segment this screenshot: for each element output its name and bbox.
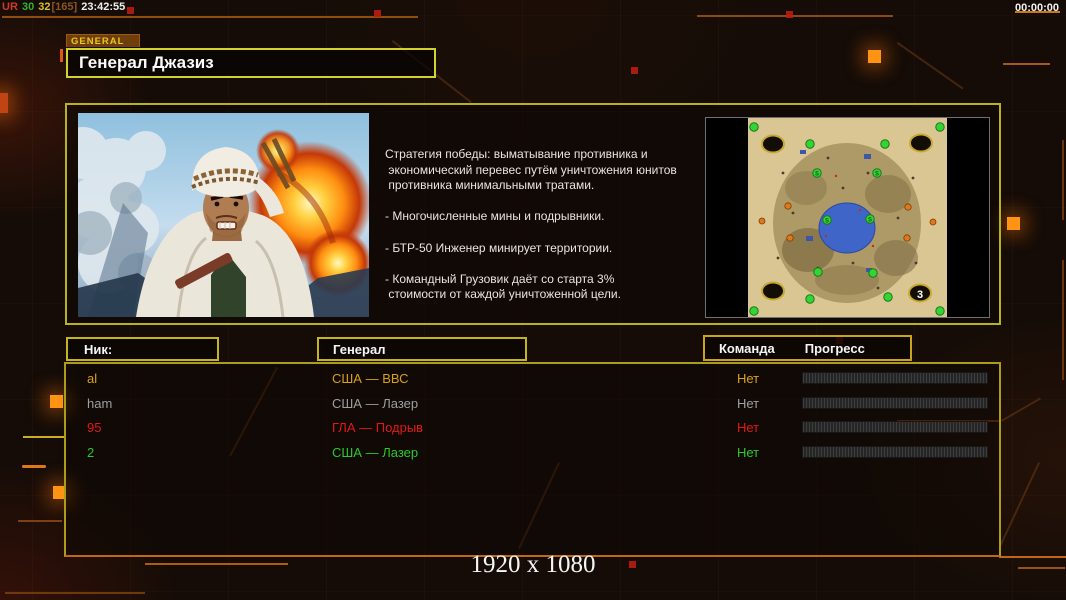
general-tab-label: GENERAL <box>66 34 140 47</box>
player-team: Нет <box>737 444 760 460</box>
debug-segment: 30 <box>18 1 35 13</box>
deco-square <box>50 395 63 408</box>
player-team: Нет <box>737 420 760 435</box>
column-header-general: Генерал <box>317 337 527 361</box>
player-general: ГЛА — Подрыв <box>332 420 424 435</box>
team-header-label: Команда <box>719 340 775 356</box>
deco-diagonal <box>998 462 1040 550</box>
debug-segment: [165] <box>51 1 78 13</box>
deco-line <box>23 436 66 438</box>
deco-square <box>1007 217 1020 230</box>
debug-segment: 32 <box>35 1 51 13</box>
debug-segment: 23:42:55 <box>78 1 126 13</box>
player-row: ham США — Лазер Нет <box>66 393 999 418</box>
deco-square <box>127 7 134 14</box>
deco-square <box>631 67 638 74</box>
deco-line <box>1062 140 1064 220</box>
deco-line <box>2 16 418 18</box>
deco-line <box>1062 260 1064 380</box>
nick-header-label: Ник: <box>84 341 113 357</box>
player-row: al США — ВВС Нет <box>66 368 999 393</box>
player-list: al США — ВВС Нет ham США — Лазер Нет 95 ГЛА — П… <box>64 362 1001 557</box>
player-general: США — Лазер <box>332 444 419 460</box>
deco-tick <box>60 49 63 62</box>
player-load-progress-bar <box>802 445 988 458</box>
deco-square <box>786 11 793 18</box>
player-general: США — ВВС <box>332 371 409 386</box>
player-load-progress-bar <box>802 372 988 384</box>
player-general: США — Лазер <box>332 395 419 411</box>
deco-line <box>697 15 893 17</box>
deco-line <box>5 592 145 594</box>
player-load-progress-bar <box>802 421 988 433</box>
deco-line <box>18 520 62 522</box>
player-load-progress-bar <box>802 396 988 409</box>
deco-square <box>868 50 881 63</box>
resolution-label: 1920 x 1080 <box>470 551 596 578</box>
deco-diagonal <box>896 42 964 90</box>
player-nick: 95 <box>87 420 102 435</box>
player-nick: ham <box>87 395 113 411</box>
match-timer: 00:00:00 <box>1015 2 1060 14</box>
general-header-label: Генерал <box>333 341 386 357</box>
player-row: 2 США — Лазер Нет <box>66 442 999 467</box>
player-nick: 2 <box>87 444 95 460</box>
svg-text:S: S <box>825 219 829 225</box>
map-preview-frame: S S S S 3 <box>705 117 990 318</box>
deco-square <box>0 93 8 113</box>
deco-square <box>374 10 381 17</box>
player-team: Нет <box>737 371 760 386</box>
column-header-team-progress: Команда Прогресс <box>703 335 912 361</box>
debug-stats-text: UR 30 32[165] 23:42:55 <box>2 1 126 13</box>
svg-text:S: S <box>868 218 872 224</box>
deco-diagonal <box>1001 397 1041 422</box>
column-header-nick: Ник: <box>66 337 219 361</box>
svg-text:S: S <box>815 172 819 178</box>
map-preview-image: S S S S 3 <box>748 118 947 317</box>
map-slot-badge: 3 <box>917 289 923 301</box>
deco-line <box>1003 63 1050 65</box>
player-nick: al <box>87 371 98 386</box>
general-name: Генерал Джазиз <box>79 53 214 72</box>
strategy-description: Стратегия победы: выматывание противника… <box>385 147 677 302</box>
player-team: Нет <box>737 395 760 411</box>
game-lobby-screen: UR 30 32[165] 23:42:55 00:00:00 GENERAL … <box>0 0 1066 600</box>
progress-header-label: Прогресс <box>804 340 865 356</box>
svg-text:S: S <box>875 172 879 178</box>
general-title-box: Генерал Джазиз <box>66 48 436 78</box>
general-portrait-image <box>78 113 369 317</box>
briefing-panel: Стратегия победы: выматывание противника… <box>65 103 1001 325</box>
deco-line <box>22 465 46 468</box>
player-row: 95 ГЛА — Подрыв Нет <box>66 417 999 442</box>
debug-segment: UR <box>2 1 18 13</box>
